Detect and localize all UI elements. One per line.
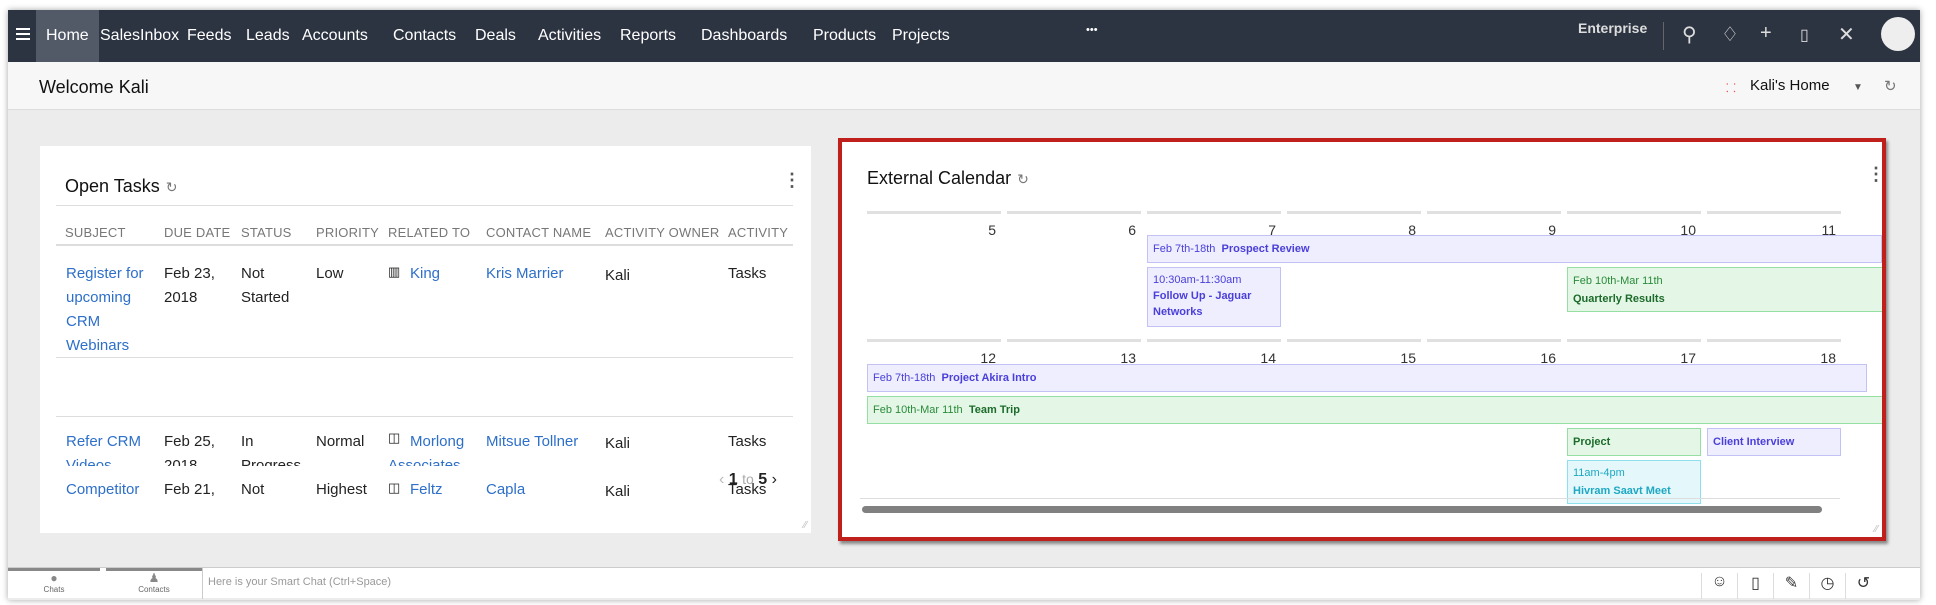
- prev-page-icon[interactable]: ‹: [719, 471, 724, 488]
- event-project[interactable]: Project: [1567, 428, 1701, 456]
- chat-icon: ●: [50, 571, 58, 585]
- tasks-table: SUBJECT DUE DATE STATUS PRIORITY RELATED…: [56, 206, 793, 466]
- page-title: Welcome Kali: [39, 77, 149, 97]
- task-activity: Tasks: [728, 433, 767, 450]
- nav-leads[interactable]: Leads: [236, 10, 300, 62]
- task-priority: Highest: [316, 481, 367, 498]
- event-client-interview[interactable]: Client Interview: [1707, 428, 1841, 456]
- task-contact[interactable]: Kris Marrier: [486, 262, 564, 286]
- col-contact-name[interactable]: CONTACT NAME: [486, 225, 591, 240]
- event-quarterly-results[interactable]: Feb 10th-Mar 11th Quarterly Results: [1567, 267, 1882, 312]
- panel-title: Open Tasks: [65, 176, 160, 196]
- game-icon[interactable]: ☺: [1701, 573, 1737, 599]
- nav-contacts[interactable]: Contacts: [383, 10, 466, 62]
- refresh-icon[interactable]: ↻: [1884, 77, 1897, 95]
- task-due: Feb 21,: [164, 481, 215, 498]
- calendar-icon[interactable]: ▯: [1800, 25, 1809, 45]
- plus-icon[interactable]: +: [1760, 22, 1772, 45]
- page-from: 1: [728, 471, 738, 488]
- col-priority[interactable]: PRIORITY: [316, 225, 379, 240]
- nav-accounts[interactable]: Accounts: [292, 10, 378, 62]
- refresh-icon[interactable]: ↻: [166, 179, 178, 195]
- task-subject[interactable]: Competitor: [66, 478, 139, 502]
- contact-icon: ♟: [148, 571, 160, 585]
- history-icon[interactable]: ↺: [1845, 573, 1881, 599]
- top-nav: Home SalesInbox Feeds Leads Accounts Con…: [8, 10, 1920, 62]
- resize-handle[interactable]: ⁄⁄: [804, 520, 807, 531]
- horizontal-scrollbar[interactable]: [862, 506, 1822, 513]
- nav-dashboards[interactable]: Dashboards: [691, 10, 797, 62]
- smart-chat-input[interactable]: Here is your Smart Chat (Ctrl+Space): [208, 576, 391, 588]
- external-calendar-panel: External Calendar ↻ ⋮ 5 6 7 8 9 10 11 Feb…: [838, 138, 1886, 541]
- event-prospect-review[interactable]: Feb 7th-18th Prospect Review: [1147, 235, 1882, 263]
- task-related[interactable]: King: [410, 262, 440, 286]
- building-icon: ▥: [388, 264, 401, 279]
- nav-salesinbox[interactable]: SalesInbox: [90, 10, 189, 62]
- home-select[interactable]: Kali's Home: [1750, 77, 1830, 94]
- event-team-trip[interactable]: Feb 10th-Mar 11th Team Trip: [867, 396, 1882, 424]
- page-to: 5: [758, 471, 768, 488]
- task-activity: Tasks: [728, 265, 767, 282]
- pagination: ‹ 1 to 5 ›: [719, 471, 777, 489]
- task-owner: Kali: [605, 267, 631, 284]
- task-subject[interactable]: Register for upcoming CRM Webinars: [66, 262, 156, 358]
- alarm-icon[interactable]: ◷: [1809, 573, 1845, 599]
- resize-handle[interactable]: ⁄⁄: [1875, 524, 1878, 535]
- nav-activities[interactable]: Activities: [528, 10, 611, 62]
- task-priority: Low: [316, 265, 344, 282]
- event-project-akira-intro[interactable]: Feb 7th-18th Project Akira Intro: [867, 364, 1867, 392]
- task-priority: Normal: [316, 433, 365, 450]
- page-to-label: to: [742, 471, 754, 487]
- nav-projects[interactable]: Projects: [882, 10, 960, 62]
- task-owner: Kali: [605, 483, 631, 500]
- search-icon[interactable]: ⚲: [1682, 22, 1697, 47]
- wallet-icon: ◫: [388, 480, 401, 495]
- task-status: In Progress: [241, 433, 302, 466]
- col-related-to[interactable]: RELATED TO: [388, 225, 470, 240]
- next-page-icon[interactable]: ›: [772, 471, 777, 488]
- task-due: Feb 25, 2018: [164, 433, 215, 466]
- signal-icon[interactable]: ✎: [1773, 573, 1809, 599]
- more-icon[interactable]: •••: [1076, 4, 1108, 56]
- task-status: Not: [241, 481, 265, 498]
- task-subject[interactable]: Refer CRM Videos: [66, 430, 156, 466]
- menu-icon[interactable]: [16, 28, 30, 43]
- col-activity[interactable]: ACTIVITY: [728, 225, 788, 240]
- bell-icon[interactable]: ♢: [1721, 22, 1739, 47]
- kebab-menu-icon[interactable]: ⋮: [783, 170, 801, 191]
- chats-button[interactable]: ● Chats: [8, 568, 100, 599]
- task-contact[interactable]: Mitsue Tollner: [486, 430, 578, 454]
- divider: [1663, 22, 1664, 50]
- task-status: Not Started: [241, 265, 290, 306]
- col-status[interactable]: STATUS: [241, 225, 292, 240]
- day-number: 6: [1128, 222, 1136, 238]
- calendar-grid: 5 6 7 8 9 10 11 Feb 7th-18th Prospect Re…: [842, 142, 1882, 537]
- bottom-bar: ● Chats ♟ Contacts Here is your Smart Chat…: [8, 567, 1920, 599]
- edition-label: Enterprise: [1578, 20, 1648, 36]
- settings-icon[interactable]: ✕: [1838, 22, 1855, 47]
- note-icon[interactable]: ▯: [1737, 573, 1773, 599]
- task-related[interactable]: Feltz: [410, 478, 443, 502]
- grid-icon: ⸬: [1726, 81, 1736, 95]
- event-follow-up[interactable]: 10:30am-11:30am Follow Up - Jaguar Networ…: [1147, 267, 1281, 327]
- page-header: Welcome Kali ⸬ Kali's Home ▼ ↻: [8, 62, 1920, 110]
- chevron-down-icon[interactable]: ▼: [1853, 82, 1863, 93]
- col-activity-owner[interactable]: ACTIVITY OWNER: [605, 225, 720, 240]
- nav-products[interactable]: Products: [803, 10, 886, 62]
- task-owner: Kali: [605, 435, 631, 452]
- table-row: Competitor Feb 21, Not Highest ◫ Feltz C…: [56, 476, 793, 504]
- day-number: 5: [988, 222, 996, 238]
- avatar[interactable]: [1881, 17, 1915, 51]
- col-due-date[interactable]: DUE DATE: [164, 225, 230, 240]
- task-due: Feb 23, 2018: [164, 265, 215, 306]
- nav-reports[interactable]: Reports: [610, 10, 686, 62]
- col-subject[interactable]: SUBJECT: [65, 225, 126, 240]
- nav-feeds[interactable]: Feeds: [177, 10, 241, 62]
- open-tasks-panel: Open Tasks ↻ ⋮ SUBJECT DUE DATE STATUS PR…: [40, 146, 811, 533]
- task-contact[interactable]: Capla: [486, 478, 525, 502]
- crm-app: Home SalesInbox Feeds Leads Accounts Con…: [8, 10, 1920, 600]
- contacts-button[interactable]: ♟ Contacts: [106, 568, 202, 599]
- task-related[interactable]: Morlong Associates: [388, 430, 488, 466]
- nav-deals[interactable]: Deals: [465, 10, 526, 62]
